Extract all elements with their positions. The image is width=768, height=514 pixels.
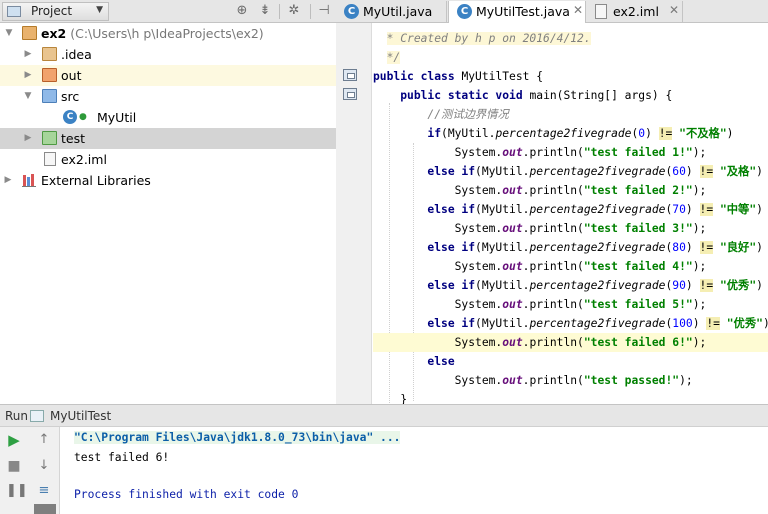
module-folder-icon	[22, 26, 37, 40]
expand-arrow-icon[interactable]: ▼	[4, 26, 14, 40]
collapse-all-icon[interactable]: ⇟	[257, 3, 273, 19]
implemented-marker-icon[interactable]	[343, 69, 357, 81]
tree-item-label: out	[61, 68, 82, 83]
code-line: System.out.println("test failed 3!");	[373, 222, 707, 235]
header-divider	[279, 4, 280, 19]
tab-ex2-iml[interactable]: ex2.iml ✕	[587, 1, 683, 23]
code-line: if(MyUtil.percentage2fivegrade(0) != "不及…	[427, 127, 734, 140]
access-icon: ●	[79, 112, 87, 122]
scroll-from-source-icon[interactable]: ⊕	[234, 3, 250, 19]
project-view-dropdown[interactable]: Project ▼	[2, 2, 109, 21]
excluded-folder-icon	[42, 68, 57, 82]
stop-icon[interactable]: ■	[6, 458, 22, 474]
console-output: test failed 6!	[74, 451, 170, 464]
tree-item-ex2-iml[interactable]: ex2.iml	[0, 149, 336, 170]
project-tool-window: Project ▼ ⊕ ⇟ ✲ ⊣ ▼ ex2 (C:\Users\h p\Id…	[0, 0, 336, 404]
run-console[interactable]: "C:\Program Files\Java\jdk1.8.0_73\bin\j…	[61, 427, 768, 514]
tree-item-label: src	[61, 89, 80, 104]
code-editor[interactable]: * Created by h p on 2016/4/12. */ public…	[373, 23, 768, 404]
tab-label: MyUtil.java	[363, 4, 433, 19]
run-label: Run	[5, 409, 29, 423]
run-config-tab[interactable]: MyUtilTest	[50, 409, 111, 423]
code-line: System.out.println("test passed!");	[373, 374, 693, 387]
expand-arrow-icon[interactable]: ▶	[23, 131, 33, 145]
tree-item-label: External Libraries	[41, 173, 151, 188]
code-line: else if(MyUtil.percentage2fivegrade(100)…	[427, 317, 768, 330]
code-line: }	[400, 393, 408, 404]
code-line: * Created by h p on 2016/4/12.	[386, 32, 591, 45]
run-config-icon	[30, 410, 44, 422]
code-line: else	[427, 355, 455, 368]
tree-item-ex2[interactable]: ▼ ex2 (C:\Users\h p\IdeaProjects\ex2)	[0, 23, 336, 44]
tree-item-label: MyUtil	[97, 110, 137, 125]
tree-item-myutil[interactable]: C ● MyUtil	[0, 107, 336, 128]
class-icon: C	[63, 110, 77, 124]
code-line: public class MyUtilTest {	[373, 70, 544, 83]
tree-item-external-libraries[interactable]: ▶ External Libraries	[0, 170, 336, 191]
expand-arrow-icon[interactable]: ▶	[23, 68, 33, 82]
file-icon	[595, 4, 607, 19]
tab-myutiltest-java[interactable]: C MyUtilTest.java ✕	[448, 1, 586, 24]
scroll-down-icon[interactable]: ↓	[36, 458, 52, 474]
file-icon	[44, 152, 56, 166]
code-line: System.out.println("test failed 1!");	[373, 146, 707, 159]
tree-item-test[interactable]: ▶ test	[0, 128, 336, 149]
tree-item-out[interactable]: ▶ out	[0, 65, 336, 86]
class-icon: C	[457, 4, 472, 19]
scroll-up-icon[interactable]: ↑	[36, 432, 52, 448]
soft-wrap-icon[interactable]: ≡	[36, 483, 52, 499]
run-panel-header: Run MyUtilTest	[0, 404, 768, 427]
code-line: public static void main(String[] args) {	[400, 89, 673, 102]
code-line: else if(MyUtil.percentage2fivegrade(60) …	[427, 165, 763, 178]
close-icon[interactable]: ✕	[573, 3, 583, 17]
code-line-current: System.out.println("test failed 6!");	[373, 333, 768, 352]
code-line: */	[386, 51, 401, 64]
tree-item-label: test	[61, 131, 86, 146]
close-icon[interactable]: ✕	[669, 3, 679, 17]
project-path: (C:\Users\h p\IdeaProjects\ex2)	[70, 26, 264, 41]
project-icon	[7, 6, 21, 17]
libraries-icon	[22, 173, 37, 187]
console-exit-status: Process finished with exit code 0	[74, 488, 299, 501]
hide-panel-icon[interactable]: ⊣	[316, 3, 332, 19]
project-header: Project ▼ ⊕ ⇟ ✲ ⊣	[0, 0, 336, 23]
project-view-label: Project	[31, 4, 73, 18]
tab-myutil-java[interactable]: C MyUtil.java	[336, 1, 447, 23]
test-folder-icon	[42, 131, 57, 145]
code-line: //测试边界情况	[427, 108, 509, 121]
code-line: System.out.println("test failed 2!");	[373, 184, 707, 197]
pause-icon[interactable]: ❚❚	[6, 483, 28, 499]
console-command: "C:\Program Files\Java\jdk1.8.0_73\bin\j…	[74, 431, 401, 444]
folder-icon	[42, 47, 57, 61]
tree-item-idea[interactable]: ▶ .idea	[0, 44, 336, 65]
tree-item-src[interactable]: ▼ src	[0, 86, 336, 107]
expand-arrow-icon[interactable]: ▼	[23, 89, 33, 103]
chevron-down-icon: ▼	[96, 5, 103, 15]
expand-arrow-icon[interactable]: ▶	[23, 47, 33, 61]
tab-label: MyUtilTest.java	[476, 4, 570, 19]
code-line: else if(MyUtil.percentage2fivegrade(70) …	[427, 203, 763, 216]
code-line: System.out.println("test failed 4!");	[373, 260, 707, 273]
tree-item-label: .idea	[61, 47, 92, 62]
tree-item-label: ex2.iml	[61, 152, 107, 167]
expand-arrow-icon[interactable]: ▶	[3, 173, 13, 187]
tree-item-label: ex2	[41, 26, 67, 41]
class-icon: C	[344, 4, 359, 19]
header-divider	[310, 4, 311, 19]
print-icon[interactable]	[34, 504, 56, 514]
tab-label: ex2.iml	[613, 4, 659, 19]
rerun-icon[interactable]: ▶	[6, 432, 22, 448]
gear-icon[interactable]: ✲	[286, 3, 302, 19]
code-line: else if(MyUtil.percentage2fivegrade(80) …	[427, 241, 763, 254]
code-line: else if(MyUtil.percentage2fivegrade(90) …	[427, 279, 763, 292]
run-toolbar: ▶ ↑ ■ ↓ ❚❚ ≡	[0, 427, 60, 514]
source-folder-icon	[42, 89, 57, 103]
editor-tabs: C MyUtil.java C MyUtilTest.java ✕ ex2.im…	[336, 0, 768, 24]
implemented-marker-icon[interactable]	[343, 88, 357, 100]
code-line: System.out.println("test failed 5!");	[373, 298, 707, 311]
